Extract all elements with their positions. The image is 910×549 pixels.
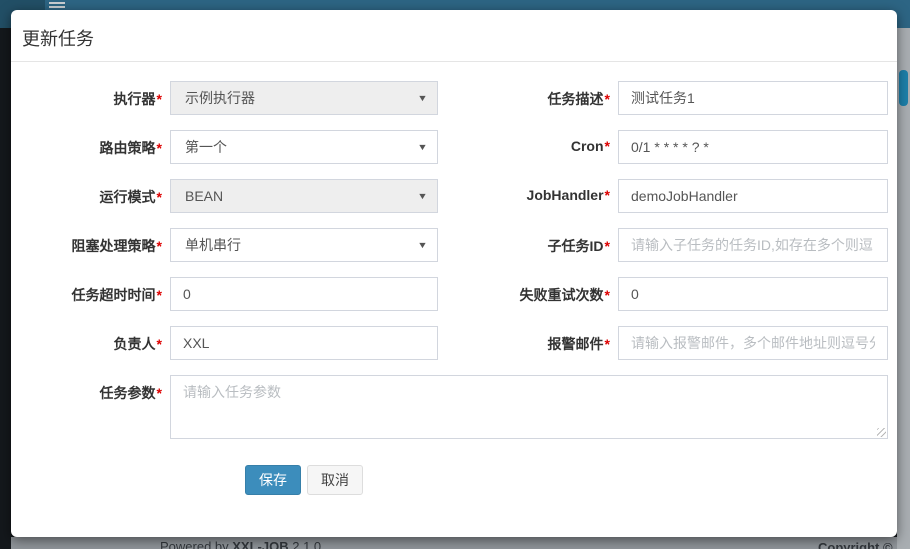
- resize-grip-icon[interactable]: [877, 428, 886, 437]
- fail-retry-input[interactable]: [618, 277, 888, 311]
- update-job-modal: 更新任务 执行器* 示例执行器 ▼ 任务描述* 路由策略* 第一个 ▼ Cron…: [11, 10, 897, 537]
- job-param-label: 任务参数*: [11, 375, 170, 439]
- page-footer: Powered by XXL-JOB 2.1.0 Copyright ©: [11, 537, 910, 549]
- glue-type-select: BEAN ▼: [170, 179, 438, 213]
- alarm-email-input[interactable]: [618, 326, 888, 360]
- brand-name: XXL-JOB: [232, 539, 288, 549]
- executor-select: 示例执行器 ▼: [170, 81, 438, 115]
- chevron-down-icon: ▼: [417, 191, 428, 201]
- glue-type-label: 运行模式*: [11, 179, 170, 213]
- copyright-text: Copyright ©: [818, 540, 893, 549]
- chevron-down-icon: ▼: [417, 240, 428, 250]
- jobhandler-input[interactable]: [618, 179, 888, 213]
- job-param-textarea[interactable]: [170, 375, 888, 439]
- chevron-down-icon: ▼: [417, 142, 428, 152]
- block-strategy-label: 阻塞处理策略*: [11, 228, 170, 262]
- author-input[interactable]: [170, 326, 438, 360]
- cancel-button[interactable]: 取消: [307, 465, 363, 495]
- modal-title: 更新任务: [22, 29, 882, 49]
- cron-input[interactable]: [618, 130, 888, 164]
- route-strategy-select[interactable]: 第一个 ▼: [170, 130, 438, 164]
- executor-label: 执行器*: [11, 81, 170, 115]
- update-job-form: 执行器* 示例执行器 ▼ 任务描述* 路由策略* 第一个 ▼ Cron* 运行模…: [11, 62, 897, 495]
- cron-label: Cron*: [438, 130, 618, 164]
- job-desc-label: 任务描述*: [438, 81, 618, 115]
- route-strategy-label: 路由策略*: [11, 130, 170, 164]
- scrollbar-track[interactable]: [897, 28, 910, 549]
- child-jobid-label: 子任务ID*: [438, 228, 618, 262]
- alarm-email-label: 报警邮件*: [438, 326, 618, 360]
- modal-header: 更新任务: [11, 10, 897, 62]
- timeout-label: 任务超时时间*: [11, 277, 170, 311]
- job-desc-input[interactable]: [618, 81, 888, 115]
- child-jobid-input[interactable]: [618, 228, 888, 262]
- timeout-input[interactable]: [170, 277, 438, 311]
- block-strategy-select[interactable]: 单机串行 ▼: [170, 228, 438, 262]
- chevron-down-icon: ▼: [417, 93, 428, 103]
- save-button[interactable]: 保存: [245, 465, 301, 495]
- jobhandler-label: JobHandler*: [438, 179, 618, 213]
- powered-by-text: Powered by XXL-JOB 2.1.0: [160, 539, 321, 549]
- scrollbar-thumb[interactable]: [899, 70, 908, 106]
- fail-retry-label: 失败重试次数*: [438, 277, 618, 311]
- author-label: 负责人*: [11, 326, 170, 360]
